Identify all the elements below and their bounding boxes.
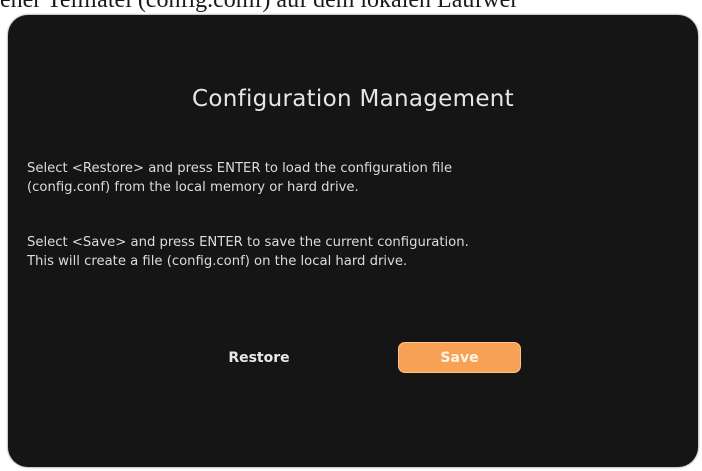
restore-button[interactable]: Restore (211, 344, 307, 372)
restore-instructions-line: Select <Restore> and press ENTER to load… (27, 161, 453, 176)
dialog-title: Configuration Management (191, 86, 514, 112)
configuration-dialog: Configuration Management Select <Restore… (8, 15, 698, 467)
restore-instructions: Select <Restore> and press ENTER to load… (27, 159, 687, 197)
page: ener Teilliatei (config.comf) auf dem lo… (0, 0, 702, 471)
save-instructions-line: Select <Save> and press ENTER to save th… (27, 235, 469, 250)
save-instructions: Select <Save> and press ENTER to save th… (27, 233, 687, 271)
cropped-caption-text: ener Teilliatei (config.comf) auf dem lo… (0, 0, 519, 13)
restore-instructions-line: (config.conf) from the local memory or h… (27, 180, 359, 195)
save-button[interactable]: Save (398, 342, 521, 373)
save-instructions-line: This will create a file (config.conf) on… (27, 254, 408, 269)
